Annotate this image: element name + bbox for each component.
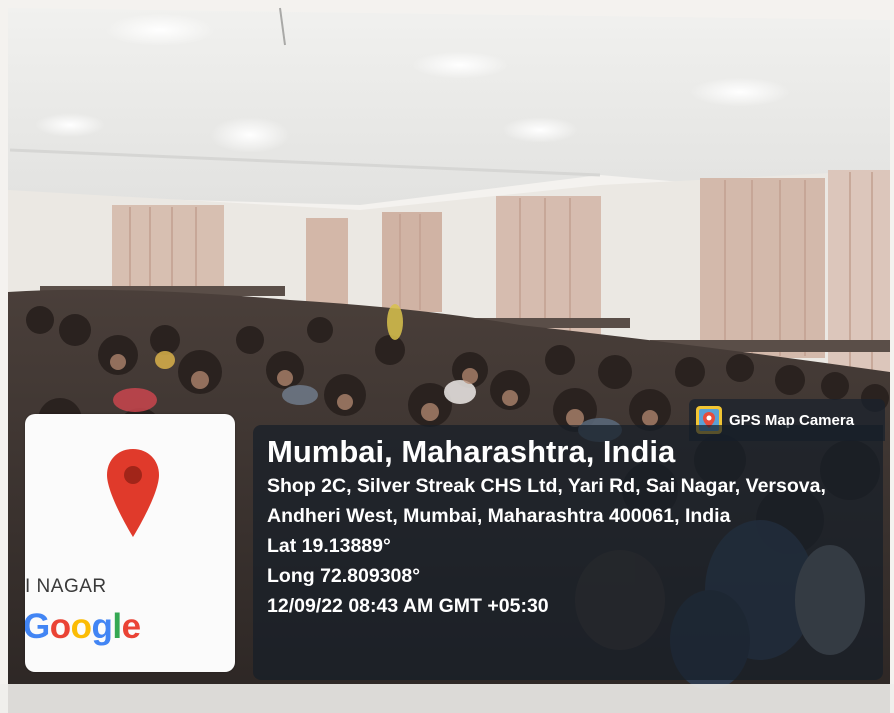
google-logo-letter: G bbox=[25, 607, 50, 646]
address-line-2: Andheri West, Mumbai, Maharashtra 400061… bbox=[267, 505, 731, 527]
map-thumbnail-card: I NAGAR Google bbox=[25, 414, 235, 672]
latitude: Lat 19.13889° bbox=[267, 535, 391, 557]
google-logo-letter: e bbox=[121, 607, 141, 646]
location-info-panel: Mumbai, Maharashtra, India Shop 2C, Silv… bbox=[253, 425, 883, 680]
google-logo: Google bbox=[25, 607, 141, 647]
google-logo-letter: g bbox=[91, 607, 113, 646]
longitude: Long 72.809308° bbox=[267, 565, 421, 587]
address-line-1: Shop 2C, Silver Streak CHS Ltd, Yari Rd,… bbox=[267, 475, 826, 497]
google-logo-letter: o bbox=[49, 607, 71, 646]
timestamp: 12/09/22 08:43 AM GMT +05:30 bbox=[267, 595, 549, 617]
map-area-label: I NAGAR bbox=[25, 576, 107, 597]
google-logo-letter: o bbox=[70, 607, 92, 646]
google-logo-letter: l bbox=[112, 607, 122, 646]
location-title: Mumbai, Maharashtra, India bbox=[267, 434, 676, 469]
map-pin-icon bbox=[107, 449, 159, 537]
